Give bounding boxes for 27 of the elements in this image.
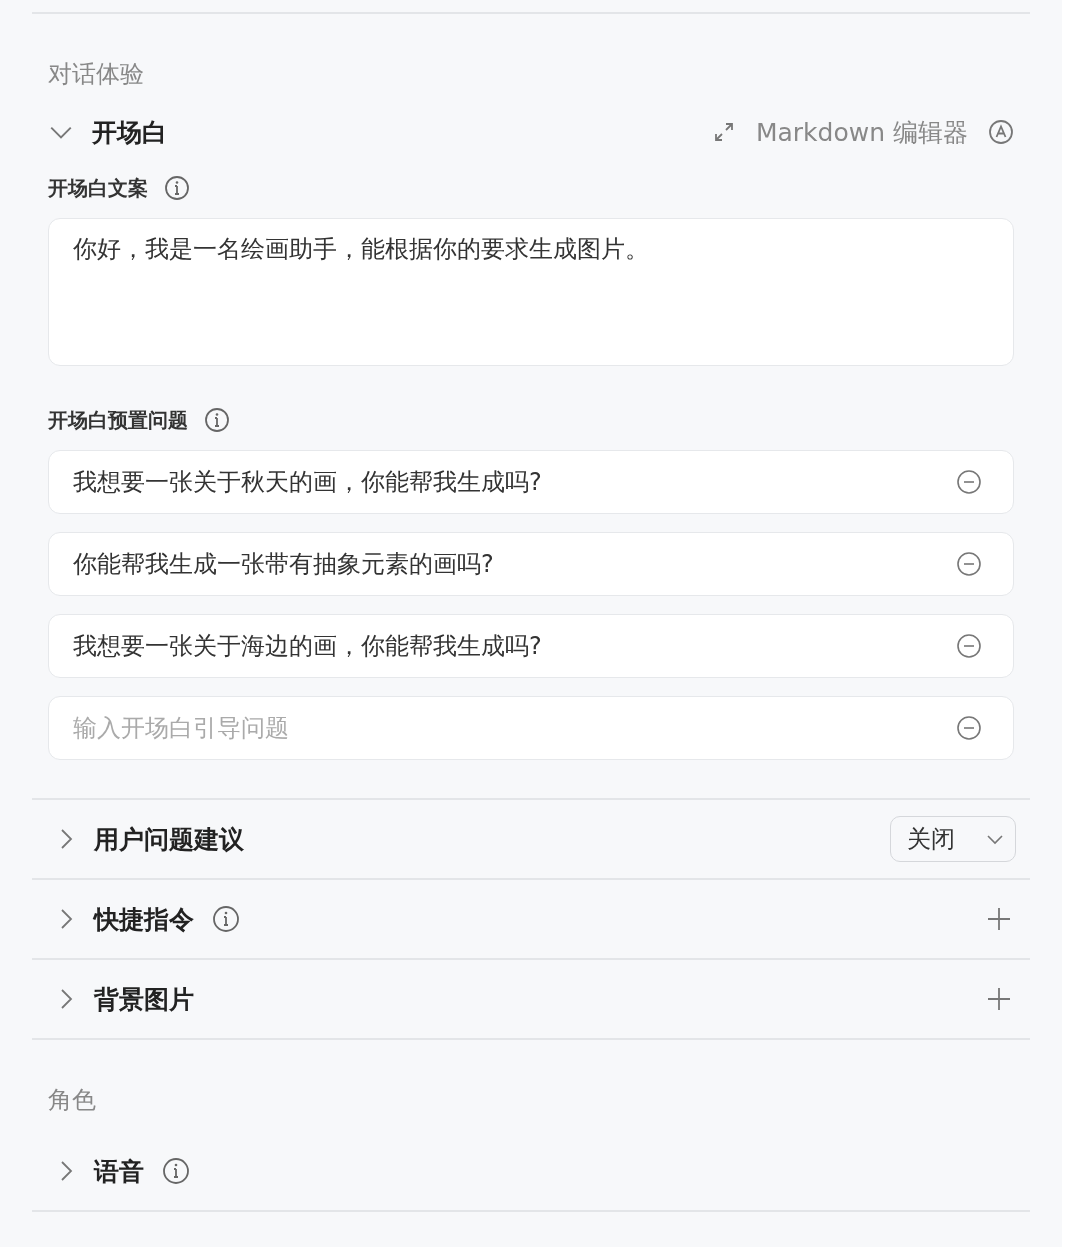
text-area[interactable]: 你好，我是一名绘画助手，能根据你的要求生成图片。 (48, 218, 1014, 366)
add-icon[interactable] (986, 906, 1012, 932)
field-label: 开场白预置问题 (48, 406, 188, 434)
section-heading: 对话体验 (47, 59, 145, 90)
remove-icon[interactable] (956, 633, 982, 659)
section-heading: 角色 (47, 1085, 97, 1116)
info-icon[interactable] (164, 175, 190, 201)
status-dropdown[interactable]: 关闭 (890, 816, 1016, 862)
info-icon[interactable] (212, 905, 240, 933)
section-title: 语音 (94, 1155, 144, 1188)
remove-icon[interactable] (956, 715, 982, 741)
question-field[interactable]: 你能帮我生成一张带有抽象元素的画吗? (48, 532, 1014, 596)
editor-label: Markdown 编辑器 (755, 116, 968, 149)
section-title: 背景图片 (94, 983, 194, 1016)
section-title: 用户问题建议 (94, 823, 244, 856)
question-field[interactable]: 我想要一张关于海边的画，你能帮我生成吗? (48, 614, 1014, 678)
question-field[interactable]: 输入开场白引导问题 (48, 696, 1014, 760)
field-label: 开场白文案 (48, 174, 148, 202)
remove-icon[interactable] (956, 469, 982, 495)
question-field[interactable]: 我想要一张关于秋天的画，你能帮我生成吗? (48, 450, 1014, 514)
letter-a-circle-icon[interactable] (988, 119, 1014, 145)
info-icon[interactable] (204, 407, 230, 433)
info-icon[interactable] (162, 1157, 190, 1185)
section-title: 快捷指令 (94, 903, 194, 936)
add-icon[interactable] (986, 986, 1012, 1012)
remove-icon[interactable] (956, 551, 982, 577)
section-title: 开场白 (92, 116, 167, 149)
